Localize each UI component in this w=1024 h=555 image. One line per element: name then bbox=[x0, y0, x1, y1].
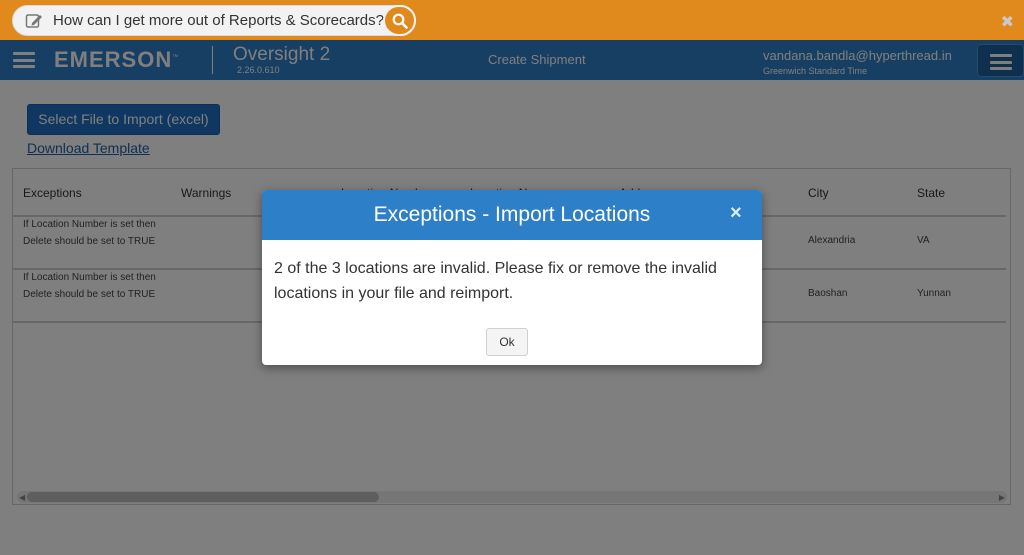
ok-button[interactable]: Ok bbox=[486, 328, 528, 356]
help-search-button[interactable] bbox=[383, 5, 416, 36]
edit-icon bbox=[25, 14, 42, 28]
close-icon[interactable]: ✖ bbox=[1001, 12, 1014, 32]
search-icon bbox=[392, 13, 408, 29]
modal-title: Exceptions - Import Locations bbox=[373, 203, 651, 226]
help-question[interactable]: How can I get more out of Reports & Scor… bbox=[53, 12, 384, 29]
help-bar: How can I get more out of Reports & Scor… bbox=[0, 0, 1024, 40]
help-search-box[interactable]: How can I get more out of Reports & Scor… bbox=[12, 5, 416, 36]
modal-close-icon[interactable]: × bbox=[730, 202, 742, 225]
modal-message: 2 of the 3 locations are invalid. Please… bbox=[274, 260, 717, 302]
exceptions-modal: Exceptions - Import Locations × 2 of the… bbox=[262, 190, 762, 365]
modal-header: Exceptions - Import Locations × bbox=[262, 190, 762, 240]
